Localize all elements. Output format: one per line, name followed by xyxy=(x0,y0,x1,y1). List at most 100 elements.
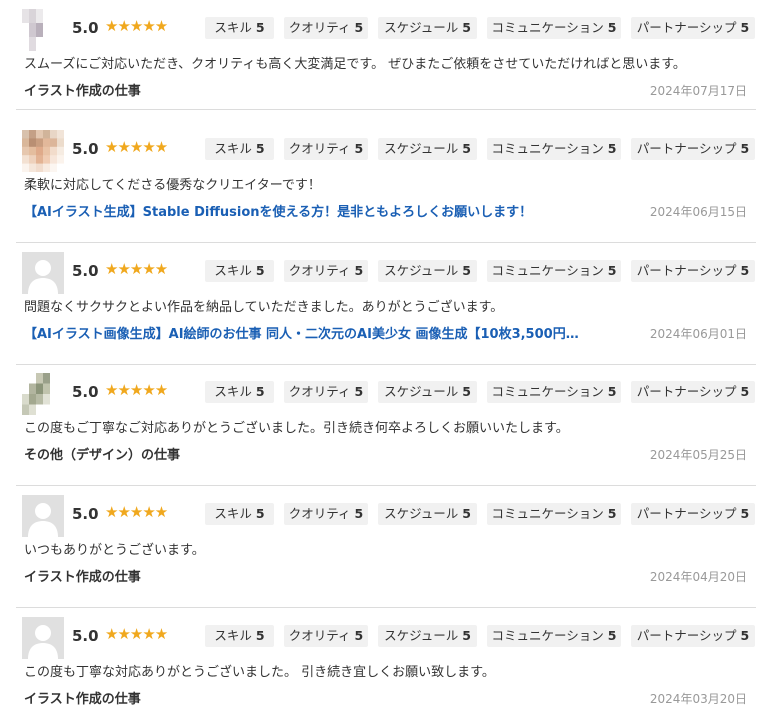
review-item: 5.0 ★★★★★ スキル 5 クオリティ 5 スケジュール 5 コミュニケーション 5 パートナー… xyxy=(16,121,756,243)
score-value: 5 xyxy=(607,628,617,643)
star-rating-icon: ★★★★★ xyxy=(105,17,168,35)
score-label: スケジュール xyxy=(384,141,459,156)
score-label: コミュニケーション xyxy=(491,141,604,156)
score-label: スキル xyxy=(214,506,252,521)
job-title-link[interactable]: 【AIイラスト画像生成】AI絵師のお仕事 同人・二次元のAI美少女 画像生成【1… xyxy=(24,323,579,342)
score-badge: クオリティ 5 xyxy=(284,138,368,160)
score-badge: パートナーシップ 5 xyxy=(631,381,755,403)
score-badge: コミュニケーション 5 xyxy=(487,625,621,647)
star-rating-icon: ★★★★★ xyxy=(105,381,168,399)
score-value: 5 xyxy=(607,506,617,521)
review-date: 2024年06月01日 xyxy=(649,327,747,341)
review-date: 2024年06月15日 xyxy=(649,205,747,219)
review-comment: 柔軟に対応してくださる優秀なクリエイターです！ xyxy=(24,178,321,193)
avatar[interactable] xyxy=(22,252,64,294)
score-badge: クオリティ 5 xyxy=(284,260,368,282)
score-badge: パートナーシップ 5 xyxy=(631,625,755,647)
review-date: 2024年05月25日 xyxy=(649,448,747,462)
review-item: 5.0 ★★★★★ スキル 5 クオリティ 5 スケジュール 5 コミュニケーション 5 パートナー… xyxy=(16,243,756,365)
score-badge: スキル 5 xyxy=(205,503,274,525)
score-badge: クオリティ 5 xyxy=(284,17,368,39)
score-value: 5 xyxy=(354,141,364,156)
star-rating-icon: ★★★★★ xyxy=(105,260,168,278)
score-value: 5 xyxy=(607,20,617,35)
score-badge: スキル 5 xyxy=(205,260,274,282)
score-value: 5 xyxy=(740,141,750,156)
avatar[interactable] xyxy=(22,130,64,172)
job-title: イラスト作成の仕事 xyxy=(24,84,141,99)
score-value: 5 xyxy=(607,263,617,278)
score-badge: スケジュール 5 xyxy=(378,381,477,403)
job-title: イラスト作成の仕事 xyxy=(24,692,141,707)
rating-score: 5.0 xyxy=(72,19,99,37)
score-badge: コミュニケーション 5 xyxy=(487,381,621,403)
score-value: 5 xyxy=(255,20,265,35)
score-label: パートナーシップ xyxy=(636,384,737,399)
avatar[interactable] xyxy=(22,373,64,415)
default-user-icon xyxy=(22,252,64,294)
pixelated-photo-icon xyxy=(22,9,64,51)
avatar[interactable] xyxy=(22,617,64,659)
star-rating-icon: ★★★★★ xyxy=(105,138,168,156)
score-value: 5 xyxy=(354,506,364,521)
review-comment: 問題なくサクサクとよい作品を納品していただきました。ありがとうございます。 xyxy=(24,300,504,315)
score-value: 5 xyxy=(354,384,364,399)
score-badge: スケジュール 5 xyxy=(378,17,477,39)
score-badge: コミュニケーション 5 xyxy=(487,260,621,282)
score-badge: スケジュール 5 xyxy=(378,503,477,525)
score-badge: クオリティ 5 xyxy=(284,625,368,647)
score-value: 5 xyxy=(255,384,265,399)
score-value: 5 xyxy=(255,506,265,521)
score-value: 5 xyxy=(462,263,471,278)
review-date: 2024年03月20日 xyxy=(649,692,747,706)
score-badge: コミュニケーション 5 xyxy=(487,17,621,39)
score-value: 5 xyxy=(740,263,750,278)
score-value: 5 xyxy=(462,506,471,521)
score-label: スキル xyxy=(214,384,252,399)
score-badge: スキル 5 xyxy=(205,138,274,160)
score-value: 5 xyxy=(354,20,364,35)
score-label: コミュニケーション xyxy=(491,263,604,278)
score-badge: スキル 5 xyxy=(205,17,274,39)
review-date: 2024年04月20日 xyxy=(649,570,747,584)
star-rating-icon: ★★★★★ xyxy=(105,625,168,643)
job-title-link[interactable]: 【AIイラスト生成】Stable Diffusionを使える方！是非ともよろしく… xyxy=(24,201,532,220)
score-label: コミュニケーション xyxy=(491,628,604,643)
score-label: スケジュール xyxy=(384,506,459,521)
score-badge: コミュニケーション 5 xyxy=(487,503,621,525)
avatar[interactable] xyxy=(22,9,64,51)
score-value: 5 xyxy=(462,20,471,35)
score-label: パートナーシップ xyxy=(636,506,737,521)
score-label: クオリティ xyxy=(288,141,351,156)
score-value: 5 xyxy=(607,141,617,156)
score-value: 5 xyxy=(354,263,364,278)
score-badge: パートナーシップ 5 xyxy=(631,503,755,525)
review-comment: スムーズにご対応いただき、クオリティも高く大変満足です。 ぜひまたご依頼をさせて… xyxy=(24,57,686,72)
score-value: 5 xyxy=(255,628,265,643)
score-badge: コミュニケーション 5 xyxy=(487,138,621,160)
score-label: スケジュール xyxy=(384,20,459,35)
score-badge: スケジュール 5 xyxy=(378,625,477,647)
avatar[interactable] xyxy=(22,495,64,537)
default-user-icon xyxy=(22,495,64,537)
score-badge: パートナーシップ 5 xyxy=(631,138,755,160)
score-label: クオリティ xyxy=(288,506,351,521)
score-value: 5 xyxy=(255,141,265,156)
score-label: パートナーシップ xyxy=(636,141,737,156)
score-label: スキル xyxy=(214,20,252,35)
score-value: 5 xyxy=(740,384,750,399)
score-value: 5 xyxy=(354,628,364,643)
score-label: スキル xyxy=(214,263,252,278)
score-label: スケジュール xyxy=(384,628,459,643)
review-item: 5.0 ★★★★★ スキル 5 クオリティ 5 スケジュール 5 コミュニケーション 5 パートナー… xyxy=(16,364,756,486)
review-item: 5.0 ★★★★★ スキル 5 クオリティ 5 スケジュール 5 コミュニケーション 5 パートナー… xyxy=(16,0,756,110)
rating-score: 5.0 xyxy=(72,262,99,280)
rating-score: 5.0 xyxy=(72,505,99,523)
score-value: 5 xyxy=(462,628,471,643)
score-value: 5 xyxy=(740,20,750,35)
score-label: クオリティ xyxy=(288,263,351,278)
score-label: クオリティ xyxy=(288,384,351,399)
score-label: コミュニケーション xyxy=(491,506,604,521)
score-value: 5 xyxy=(462,141,471,156)
review-date: 2024年07月17日 xyxy=(649,84,747,98)
